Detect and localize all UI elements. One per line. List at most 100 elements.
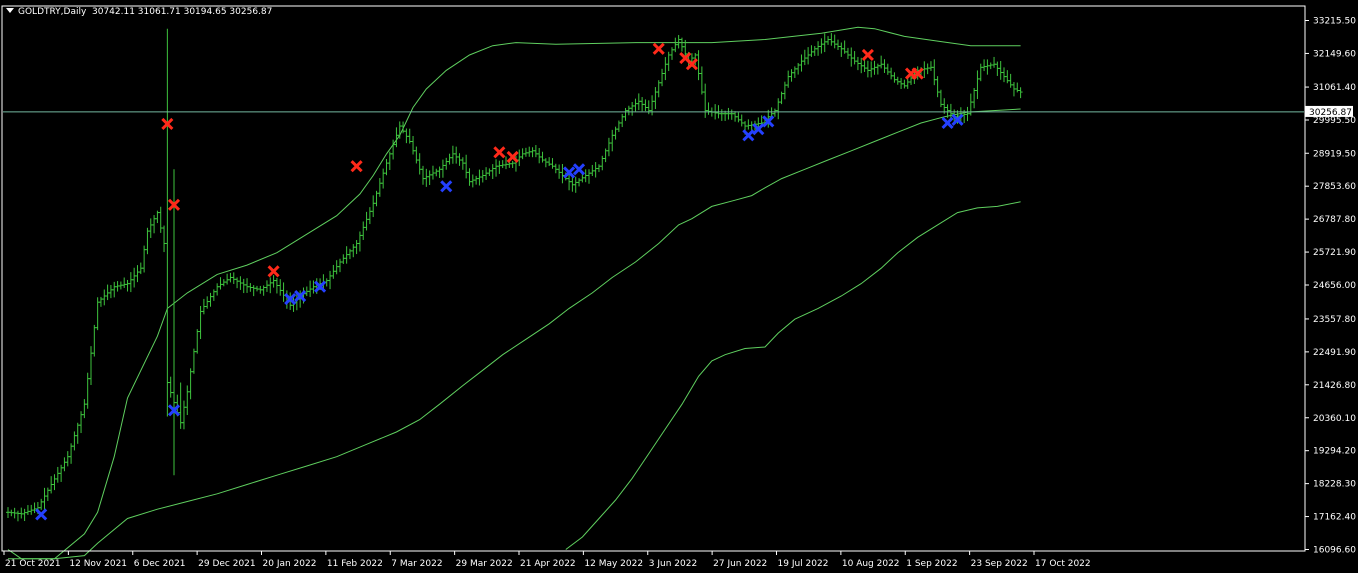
price-bar [573, 176, 578, 193]
price-bar [985, 59, 990, 75]
price-bar [19, 507, 24, 519]
price-bar [660, 68, 665, 87]
time-tick-label: 1 Sep 2022 [906, 559, 957, 569]
price-bar [504, 156, 508, 170]
price-tick-label: 22491.90 [1313, 348, 1356, 358]
price-bar [112, 281, 117, 298]
buy-signal-marker [440, 180, 453, 193]
price-tick-label: 18228.30 [1313, 480, 1356, 490]
price-bar [523, 147, 528, 157]
price-bar [191, 348, 196, 374]
price-bar [819, 38, 824, 54]
price-bar [470, 174, 475, 188]
price-bar [998, 61, 1003, 80]
price-bar [75, 422, 80, 444]
price-bar [172, 169, 176, 476]
price-bar [384, 159, 389, 176]
price-bar [826, 36, 831, 45]
price-bar [215, 283, 220, 296]
price-bar [676, 34, 681, 49]
price-bar [845, 47, 850, 59]
chart-canvas[interactable]: GOLDTRY,Daily 30742.11 31061.71 30194.65… [0, 0, 1358, 573]
lower-band-line [565, 201, 1021, 550]
price-bar [696, 50, 701, 81]
header-dropdown-icon[interactable] [6, 8, 14, 13]
time-tick-label: 21 Apr 2022 [520, 559, 576, 569]
price-bar [553, 163, 558, 174]
price-bar [537, 148, 542, 164]
price-bar [235, 277, 240, 289]
price-bar [623, 107, 628, 121]
time-tick-label: 27 Jun 2022 [713, 559, 767, 569]
price-bar [620, 113, 625, 128]
price-bar [935, 76, 940, 98]
price-bar [670, 47, 674, 60]
price-bar [148, 218, 153, 238]
price-bar [331, 264, 336, 279]
signal-markers-layer [35, 42, 964, 521]
price-bar [52, 474, 57, 491]
price-bar [577, 178, 582, 187]
price-bar [135, 265, 140, 283]
price-bar [975, 70, 980, 100]
price-bar [404, 128, 409, 144]
price-bar [832, 34, 837, 49]
price-bar [245, 278, 250, 293]
middle-band-line [8, 26, 1021, 560]
price-bar [185, 385, 190, 416]
price-bar [208, 292, 213, 307]
price-bar [82, 399, 87, 419]
price-bar [45, 487, 50, 501]
price-bar [421, 165, 425, 185]
price-bar [679, 37, 684, 52]
price-bar [125, 279, 130, 292]
price-bar [816, 41, 821, 56]
time-axis[interactable]: 21 Oct 2021 12 Nov 2021 6 Dec 2021 29 Dec 2… [3, 551, 1091, 569]
price-bar [105, 284, 110, 301]
price-bar [414, 146, 419, 164]
price-bar [600, 155, 605, 171]
price-bar [55, 466, 60, 483]
price-axis[interactable]: 33215.5032149.6031061.4029995.5028919.50… [1305, 17, 1356, 556]
price-bar [152, 215, 157, 234]
price-bar [198, 305, 203, 340]
price-bar [102, 289, 107, 306]
price-bar [776, 98, 781, 120]
price-bar [381, 168, 386, 189]
price-bar [596, 164, 601, 173]
price-bar [703, 83, 708, 118]
price-bar [487, 168, 492, 176]
sell-signal-marker [267, 265, 280, 278]
price-bar [547, 157, 552, 167]
price-bar [789, 69, 794, 82]
price-bar [490, 164, 495, 179]
price-bar [849, 47, 854, 67]
price-bar [836, 39, 840, 51]
price-bar [530, 147, 535, 158]
price-bar [397, 121, 402, 139]
price-bar [992, 56, 997, 68]
price-bar [879, 55, 884, 69]
price-bar [351, 244, 356, 258]
price-bar [706, 102, 711, 115]
buy-signal-marker [35, 508, 48, 521]
sell-signal-marker [861, 48, 874, 62]
price-bar [822, 33, 827, 53]
price-bar [62, 457, 67, 472]
price-bar [1005, 70, 1010, 84]
price-bar [354, 240, 359, 255]
price-bar [42, 487, 47, 511]
price-bar [128, 272, 133, 293]
price-bar [411, 135, 416, 155]
price-bar [978, 63, 983, 82]
price-tick-label: 26787.80 [1313, 215, 1356, 225]
price-tick-label: 21426.80 [1313, 381, 1356, 391]
price-bar [610, 129, 615, 152]
chart-window[interactable]: GOLDTRY,Daily 30742.11 31061.71 30194.65… [0, 0, 1358, 573]
price-bar [195, 329, 200, 354]
price-bar [925, 63, 930, 75]
price-bar [65, 451, 70, 467]
price-tick-label: 31061.40 [1313, 83, 1356, 93]
price-bar [444, 157, 449, 170]
price-bar [268, 277, 273, 294]
